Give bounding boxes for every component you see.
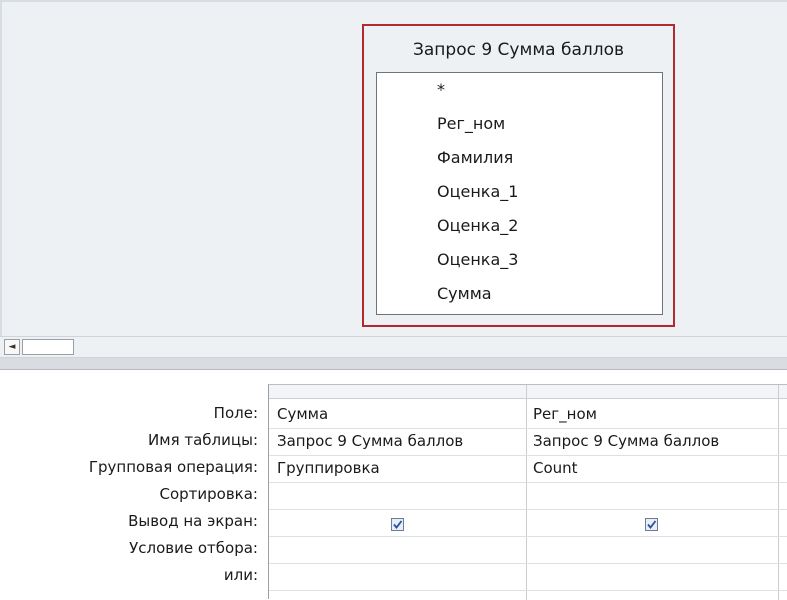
row-divider [269, 428, 787, 429]
field-item-summa[interactable]: Сумма [437, 283, 492, 305]
field-item-reg-nom[interactable]: Рег_ном [437, 113, 505, 135]
field-list-title[interactable]: Запрос 9 Сумма баллов [364, 40, 673, 60]
column-divider [778, 385, 779, 600]
checkmark-icon [647, 520, 657, 529]
row-label-criteria: Условие отбора: [129, 539, 258, 557]
row-label-field: Поле: [213, 404, 258, 422]
horizontal-scrollbar[interactable]: ◄ [0, 336, 787, 358]
scroll-left-arrow-icon[interactable]: ◄ [4, 339, 20, 355]
column-divider [526, 385, 527, 600]
grid-cell-field-col2[interactable]: Рег_ном [533, 404, 597, 424]
show-checkbox-col2[interactable] [645, 518, 658, 531]
field-item-ocenka-3[interactable]: Оценка_3 [437, 249, 518, 271]
query-design-pane: Запрос 9 Сумма баллов * Рег_ном Фамилия … [0, 0, 787, 338]
grid-cell-field-col1[interactable]: Сумма [277, 404, 328, 424]
row-divider [269, 590, 787, 591]
row-label-table: Имя таблицы: [148, 431, 258, 449]
grid-cell-group-col1[interactable]: Группировка [277, 458, 380, 478]
row-label-sort: Сортировка: [159, 485, 258, 503]
pane-splitter[interactable] [0, 358, 787, 370]
field-item-ocenka-2[interactable]: Оценка_2 [437, 215, 518, 237]
field-list[interactable]: * Рег_ном Фамилия Оценка_1 Оценка_2 Оцен… [376, 72, 663, 315]
grid-cell-group-col2[interactable]: Count [533, 458, 578, 478]
grid-cell-table-col2[interactable]: Запрос 9 Сумма баллов [533, 431, 719, 451]
row-divider [269, 536, 787, 537]
row-divider [269, 455, 787, 456]
row-label-show: Вывод на экран: [128, 512, 258, 530]
field-item-all[interactable]: * [437, 79, 445, 101]
row-label-or: или: [223, 566, 258, 584]
query-design-grid: Сумма Запрос 9 Сумма баллов Группировка … [268, 384, 787, 600]
grid-column-selectors[interactable] [269, 385, 787, 399]
field-item-familiya[interactable]: Фамилия [437, 147, 513, 169]
checkmark-icon [393, 520, 403, 529]
field-list-window[interactable]: Запрос 9 Сумма баллов * Рег_ном Фамилия … [362, 24, 675, 327]
row-divider [269, 563, 787, 564]
show-checkbox-col1[interactable] [391, 518, 404, 531]
field-item-ocenka-1[interactable]: Оценка_1 [437, 181, 518, 203]
row-divider [269, 509, 787, 510]
scroll-thumb[interactable] [22, 339, 74, 355]
row-divider [269, 482, 787, 483]
grid-cell-table-col1[interactable]: Запрос 9 Сумма баллов [277, 431, 463, 451]
row-label-group: Групповая операция: [88, 458, 258, 476]
